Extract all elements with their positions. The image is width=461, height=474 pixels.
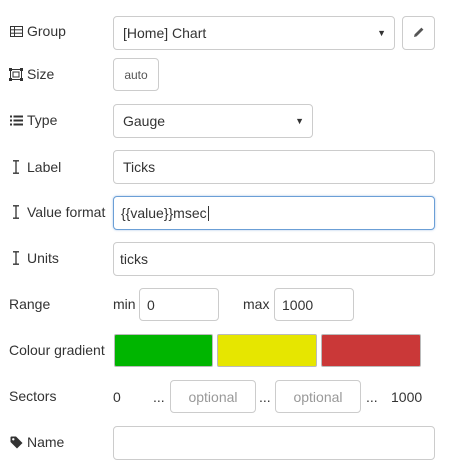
value-format-label: Value format (27, 204, 106, 220)
sector-1-input[interactable]: optional (170, 380, 256, 413)
name-input[interactable] (113, 426, 435, 460)
group-select-value: [Home] Chart (123, 25, 207, 41)
text-cursor-icon (9, 205, 23, 219)
type-label: Type (27, 112, 58, 128)
label-label: Label (27, 159, 62, 175)
range-max-label: max (243, 296, 270, 312)
name-label: Name (27, 434, 65, 450)
range-max-value: 1000 (282, 296, 314, 313)
units-label: Units (27, 250, 59, 266)
sectors-dots-1: ... (153, 389, 165, 405)
group-label-wrap: Group (9, 21, 66, 41)
resize-icon (9, 67, 23, 81)
colour-gradient-label-wrap: Colour gradient (9, 340, 105, 360)
pencil-icon (413, 25, 425, 41)
caret-down-icon: ▼ (377, 28, 386, 38)
range-max-input[interactable]: 1000 (274, 288, 354, 321)
caret-down-icon: ▼ (295, 116, 304, 126)
units-label-wrap: Units (9, 248, 59, 268)
edit-group-button[interactable] (402, 16, 435, 50)
range-min-value: 0 (147, 296, 155, 313)
group-select[interactable]: [Home] Chart ▼ (113, 16, 395, 50)
sectors-label: Sectors (9, 388, 57, 404)
size-button[interactable]: auto (113, 58, 159, 91)
table-icon (9, 25, 23, 37)
sectors-dots-3: ... (366, 389, 378, 405)
text-cursor-icon (9, 160, 23, 174)
colour-gradient-label: Colour gradient (9, 342, 105, 358)
colour-swatch-low[interactable] (114, 334, 213, 367)
value-format-input[interactable]: {{value}}msec (113, 196, 435, 230)
label-input[interactable]: Ticks (113, 150, 435, 184)
tag-icon (9, 436, 23, 449)
range-label-wrap: Range (9, 294, 50, 314)
value-format-label-wrap: Value format (9, 202, 105, 222)
units-input-value: ticks (120, 251, 148, 267)
colour-swatch-high[interactable] (321, 334, 421, 367)
group-label: Group (27, 23, 66, 39)
type-select-value: Gauge (123, 113, 166, 129)
type-label-wrap: Type (9, 110, 57, 130)
size-value: auto (124, 67, 148, 82)
text-caret (207, 205, 209, 221)
range-label: Range (9, 296, 51, 312)
range-min-input[interactable]: 0 (139, 288, 219, 321)
colour-swatch-mid[interactable] (217, 334, 317, 367)
size-label: Size (27, 66, 55, 82)
units-input[interactable]: ticks (113, 242, 435, 276)
label-label-wrap: Label (9, 157, 61, 177)
sectors-dots-2: ... (259, 389, 271, 405)
sectors-start: 0 (113, 389, 121, 405)
sector-2-placeholder: optional (293, 388, 343, 405)
sector-1-placeholder: optional (188, 388, 238, 405)
size-label-wrap: Size (9, 64, 54, 84)
range-min-label: min (113, 296, 136, 312)
type-select[interactable]: Gauge ▼ (113, 104, 313, 138)
list-icon (9, 115, 23, 126)
sector-2-input[interactable]: optional (275, 380, 361, 413)
sectors-label-wrap: Sectors (9, 386, 56, 406)
text-cursor-icon (9, 251, 23, 265)
label-input-value: Ticks (123, 159, 156, 175)
sectors-end: 1000 (391, 389, 423, 405)
value-format-input-value: {{value}}msec (121, 205, 207, 221)
name-label-wrap: Name (9, 432, 64, 452)
